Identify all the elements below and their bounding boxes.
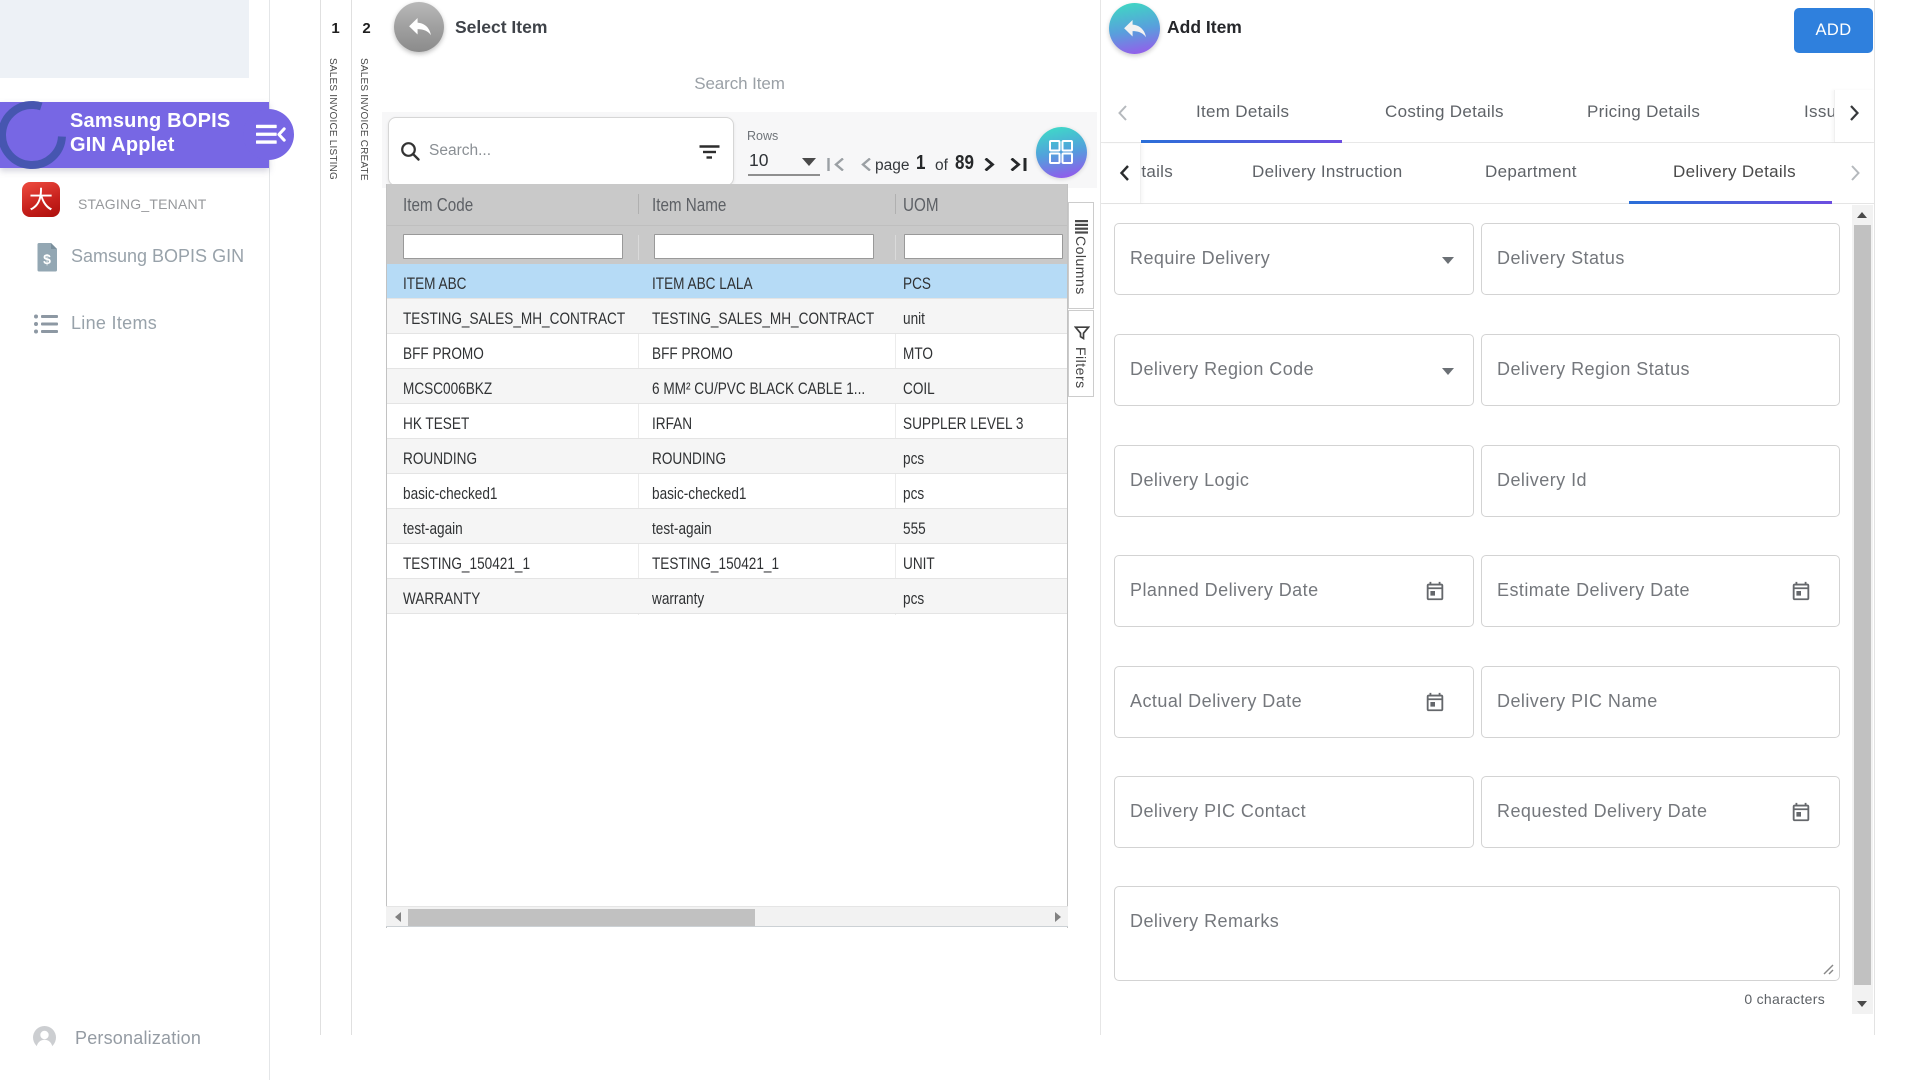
svg-text:$: $ [43, 251, 51, 267]
svg-text:大: 大 [29, 187, 53, 214]
